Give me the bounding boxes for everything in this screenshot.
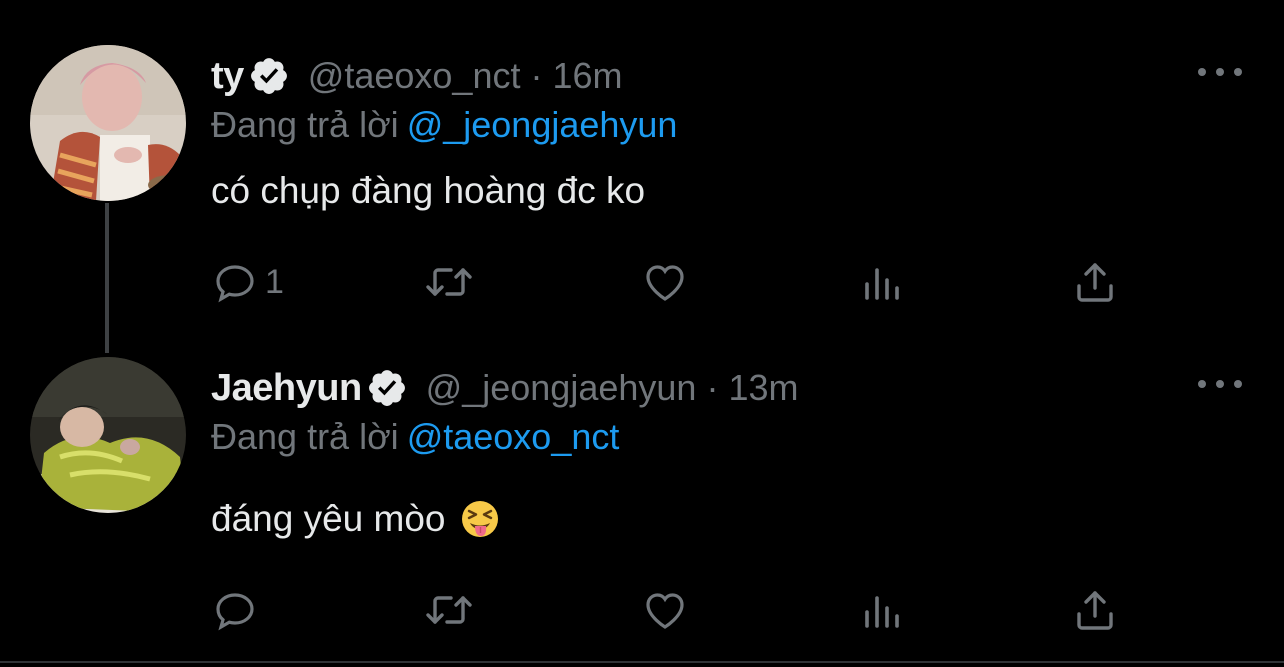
replying-to-label: Đang trả lời bbox=[211, 416, 399, 457]
retweet-button[interactable] bbox=[421, 258, 477, 306]
verified-badge-icon bbox=[248, 55, 290, 97]
reply-button[interactable] bbox=[211, 586, 265, 634]
more-options-icon[interactable] bbox=[1198, 372, 1242, 396]
tweet-header: Jaehyun @_jeongjaehyun · 13m bbox=[211, 364, 798, 412]
display-name[interactable]: ty bbox=[211, 55, 244, 98]
share-icon bbox=[1071, 586, 1119, 634]
verified-badge-icon bbox=[366, 367, 408, 409]
replying-to: Đang trả lời @taeoxo_nct bbox=[211, 416, 619, 458]
reply-icon bbox=[211, 258, 259, 306]
display-name[interactable]: Jaehyun bbox=[211, 367, 362, 410]
tweet-text-content: có chụp đàng hoàng đc ko bbox=[211, 170, 646, 211]
squinting-face-with-tongue-emoji bbox=[460, 499, 500, 539]
reply-mention-link[interactable]: @taeoxo_nct bbox=[407, 416, 620, 457]
tweet-actions: 1 bbox=[211, 258, 1131, 306]
timestamp[interactable]: 13m bbox=[728, 367, 798, 409]
thread-connector-line bbox=[105, 203, 109, 353]
avatar-image bbox=[30, 45, 186, 201]
replying-to: Đang trả lời @_jeongjaehyun bbox=[211, 104, 677, 146]
share-button[interactable] bbox=[1071, 586, 1119, 634]
tweet-text: có chụp đàng hoàng đc ko bbox=[211, 170, 645, 212]
views-button[interactable] bbox=[859, 258, 907, 306]
tweet-header: ty @taeoxo_nct · 16m bbox=[211, 52, 623, 100]
tweet-actions bbox=[211, 586, 1131, 634]
reply-count: 1 bbox=[265, 262, 284, 301]
views-icon bbox=[859, 586, 907, 634]
user-handle[interactable]: @taeoxo_nct bbox=[308, 55, 521, 97]
user-handle[interactable]: @_jeongjaehyun bbox=[426, 367, 697, 409]
timestamp[interactable]: 16m bbox=[552, 55, 622, 97]
avatar-image bbox=[30, 357, 186, 513]
share-button[interactable] bbox=[1071, 258, 1119, 306]
avatar[interactable] bbox=[30, 357, 186, 513]
like-button[interactable] bbox=[639, 258, 691, 306]
divider bbox=[0, 661, 1284, 663]
more-options-icon[interactable] bbox=[1198, 60, 1242, 84]
retweet-button[interactable] bbox=[421, 586, 477, 634]
reply-mention-link[interactable]: @_jeongjaehyun bbox=[407, 104, 678, 145]
like-icon bbox=[639, 258, 691, 306]
avatar[interactable] bbox=[30, 45, 186, 201]
views-button[interactable] bbox=[859, 586, 907, 634]
retweet-icon bbox=[421, 258, 477, 306]
separator-dot: · bbox=[706, 367, 719, 408]
retweet-icon bbox=[421, 586, 477, 634]
views-icon bbox=[859, 258, 907, 306]
like-button[interactable] bbox=[639, 586, 691, 634]
tweet-text: đáng yêu mòo bbox=[211, 498, 500, 540]
share-icon bbox=[1071, 258, 1119, 306]
like-icon bbox=[639, 586, 691, 634]
tweet-text-content: đáng yêu mòo bbox=[211, 498, 446, 539]
separator-dot: · bbox=[530, 55, 543, 96]
reply-button[interactable]: 1 bbox=[211, 258, 284, 306]
reply-icon bbox=[211, 586, 259, 634]
replying-to-label: Đang trả lời bbox=[211, 104, 399, 145]
